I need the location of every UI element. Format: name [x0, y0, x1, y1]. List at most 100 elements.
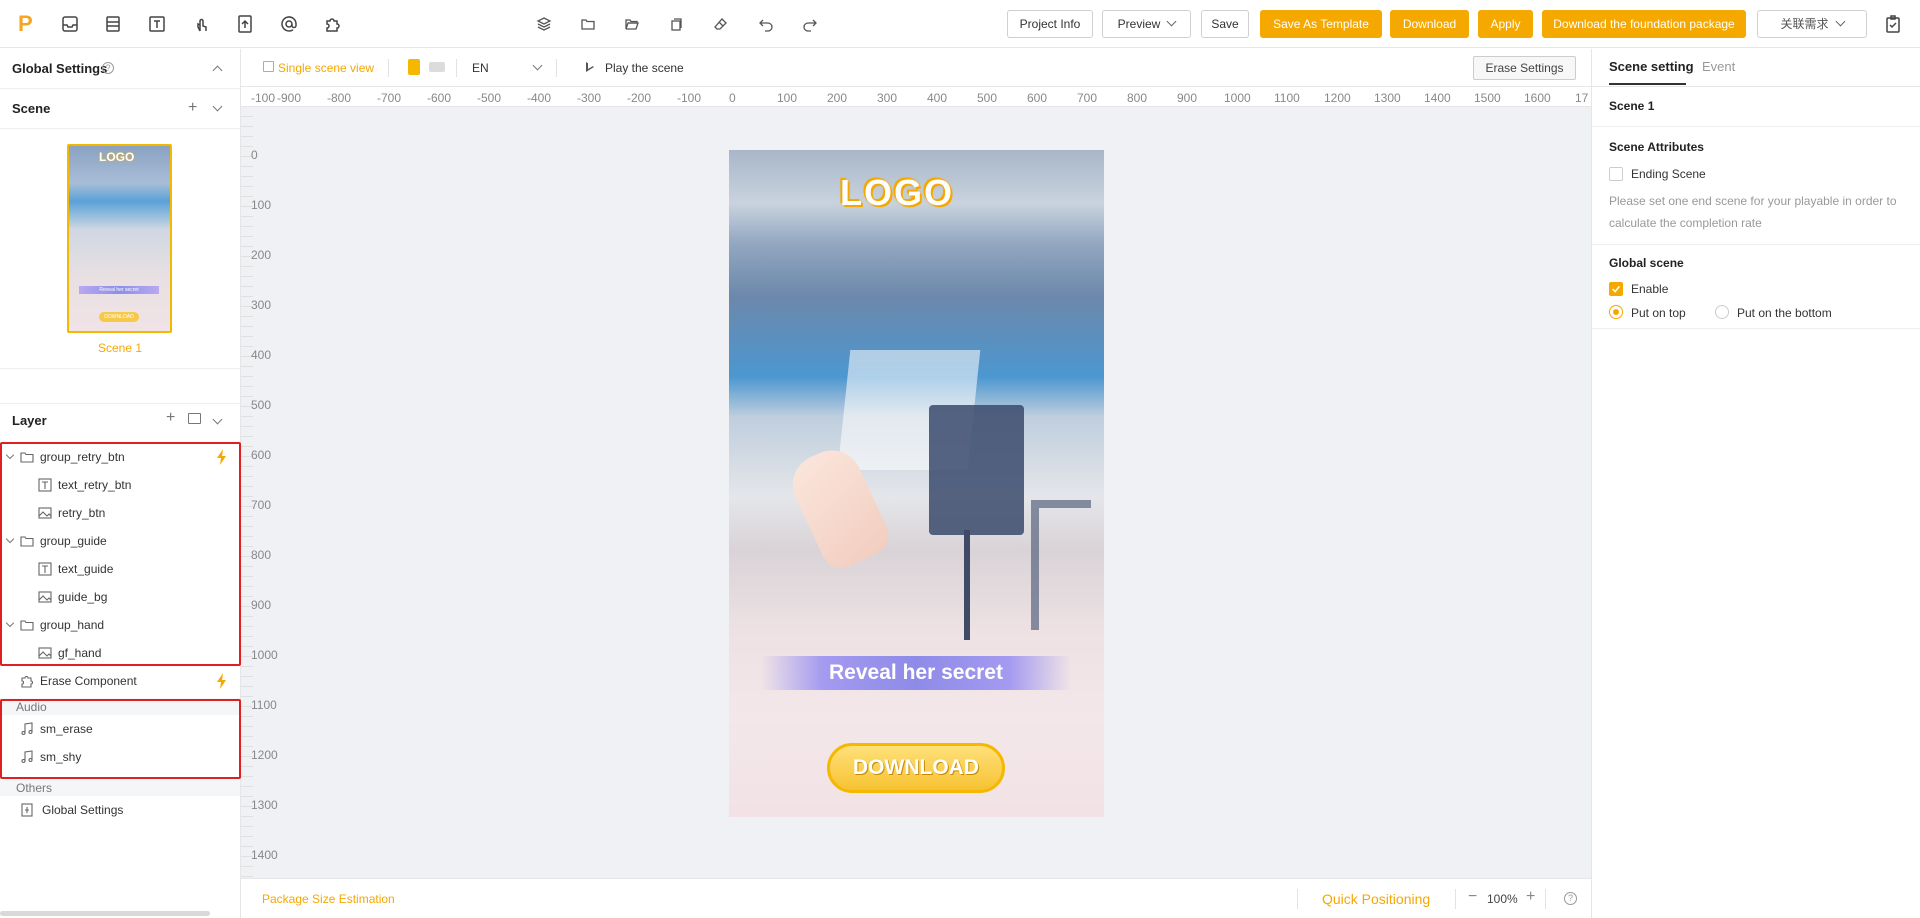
project-info-button[interactable]: Project Info: [1007, 10, 1093, 38]
bg-chair: [1031, 500, 1091, 630]
ruler-label: 1200: [1324, 91, 1351, 105]
others-row[interactable]: Global Settings: [0, 796, 240, 824]
thumb-logo: LOGO: [99, 150, 135, 164]
layer-header: Layer +: [0, 403, 240, 435]
canvas-status-bar: Package Size Estimation Quick Positionin…: [241, 878, 1591, 918]
zoom-out-icon[interactable]: −: [1468, 888, 1477, 906]
ruler-label: 300: [251, 298, 272, 312]
new-folder-icon[interactable]: [188, 413, 201, 424]
ruler-label: 100: [777, 91, 798, 105]
upload-file-icon[interactable]: [235, 14, 255, 34]
ruler-label: 600: [251, 448, 272, 462]
eraser-icon[interactable]: [713, 16, 729, 32]
ruler-label: -100: [251, 91, 276, 105]
chevron-down-icon[interactable]: [532, 60, 543, 71]
ruler-label: -900: [277, 91, 302, 105]
language-select[interactable]: EN: [472, 61, 489, 75]
highlight-box-audio: [0, 699, 241, 779]
package-size-estimation[interactable]: Package Size Estimation: [262, 892, 395, 906]
device-landscape-toggle[interactable]: [429, 62, 445, 72]
put-on-bottom-label: Put on the bottom: [1737, 306, 1832, 320]
tab-scene-setting[interactable]: Scene setting: [1609, 59, 1694, 74]
global-settings-header[interactable]: Global Settings ?: [0, 49, 240, 89]
erase-component-label: Erase Component: [40, 674, 137, 688]
plugin-icon[interactable]: [323, 14, 343, 34]
chevron-up-icon[interactable]: [212, 65, 223, 76]
scene-1-label[interactable]: Scene 1: [0, 341, 240, 355]
mention-icon[interactable]: [279, 14, 299, 34]
canvas-toolbar: Single scene view EN Play the scene Eras…: [241, 49, 1591, 87]
apply-button[interactable]: Apply: [1478, 10, 1533, 38]
lightning-icon[interactable]: [216, 673, 228, 689]
ruler-label: 1100: [1274, 91, 1300, 105]
ruler-label: 300: [877, 91, 898, 105]
ruler-label: 600: [1027, 91, 1048, 105]
left-panel: Global Settings ? Scene + LOGO Reveal he…: [0, 49, 241, 918]
checklist-icon[interactable]: [1883, 14, 1903, 34]
put-on-top-radio[interactable]: [1609, 305, 1623, 319]
ruler-label: 900: [1177, 91, 1198, 105]
folder-icon[interactable]: [580, 16, 596, 32]
chevron-down-icon[interactable]: [212, 101, 223, 112]
preview-button[interactable]: Preview: [1102, 10, 1191, 38]
erase-component-row[interactable]: Erase Component: [0, 667, 240, 695]
thumb-caption: Reveal her secret: [79, 286, 159, 294]
add-layer-icon[interactable]: +: [166, 409, 175, 427]
layers-icon[interactable]: [536, 16, 552, 32]
play-scene-button[interactable]: Play the scene: [605, 61, 684, 75]
scene-thumbnail[interactable]: LOGO Reveal her secret DOWNLOAD: [67, 144, 172, 333]
ruler-label: -100: [677, 91, 702, 105]
help-icon[interactable]: ?: [1564, 892, 1577, 905]
app-logo: P: [18, 11, 33, 36]
settings-file-icon: [20, 803, 34, 817]
ruler-label: 1000: [251, 648, 278, 662]
canvas-logo: LOGO: [840, 172, 954, 213]
related-label: 关联需求: [1780, 17, 1829, 31]
scene-canvas[interactable]: LOGO Reveal her secret DOWNLOAD: [729, 150, 1104, 817]
copy-icon[interactable]: [668, 16, 684, 32]
related-requirement-dropdown[interactable]: 关联需求: [1757, 10, 1867, 38]
ending-scene-checkbox[interactable]: [1609, 167, 1623, 181]
ruler-label: 1400: [251, 848, 278, 862]
ruler-label: 1500: [1474, 91, 1501, 105]
device-portrait-toggle[interactable]: [408, 59, 420, 75]
ruler-label: 500: [977, 91, 998, 105]
add-scene-icon[interactable]: +: [188, 99, 197, 117]
ruler-label: -600: [427, 91, 452, 105]
zoom-in-icon[interactable]: +: [1526, 888, 1535, 906]
scene-header: Scene +: [0, 89, 240, 129]
chevron-down-icon: [1835, 16, 1845, 27]
folder-open-icon[interactable]: [624, 16, 640, 32]
undo-icon[interactable]: [758, 16, 774, 32]
put-on-bottom-radio[interactable]: [1715, 305, 1729, 319]
left-panel-scrollbar[interactable]: [0, 911, 210, 916]
others-section-label: Others: [16, 781, 53, 795]
quick-positioning[interactable]: Quick Positioning: [1322, 891, 1430, 907]
erase-settings-button[interactable]: Erase Settings: [1473, 56, 1576, 80]
layout-icon[interactable]: [103, 14, 123, 34]
ruler-label: 100: [251, 198, 272, 212]
tab-event[interactable]: Event: [1702, 59, 1735, 74]
put-on-top-label: Put on top: [1631, 306, 1686, 320]
text-tool-icon[interactable]: [147, 14, 167, 34]
touch-icon[interactable]: [191, 14, 211, 34]
canvas-area: Single scene view EN Play the scene Eras…: [241, 49, 1591, 918]
download-foundation-button[interactable]: Download the foundation package: [1542, 10, 1746, 38]
ruler-label: -700: [377, 91, 402, 105]
ruler-label: 1300: [251, 798, 278, 812]
download-button[interactable]: Download: [1390, 10, 1469, 38]
save-button[interactable]: Save: [1201, 10, 1249, 38]
settings-tabs: Scene setting Event: [1592, 49, 1920, 87]
ruler-label: 17: [1575, 91, 1589, 105]
scene-attributes-title: Scene Attributes: [1609, 140, 1704, 154]
bg-chalkboard: [929, 405, 1024, 535]
chevron-down-icon[interactable]: [212, 414, 223, 425]
single-scene-view[interactable]: Single scene view: [278, 61, 374, 75]
redo-icon[interactable]: [802, 16, 818, 32]
enable-checkbox[interactable]: [1609, 282, 1623, 296]
help-icon[interactable]: ?: [102, 62, 114, 74]
save-as-template-button[interactable]: Save As Template: [1260, 10, 1382, 38]
ruler-label: 500: [251, 398, 272, 412]
ruler-label: 1100: [251, 698, 277, 712]
inbox-icon[interactable]: [60, 14, 80, 34]
